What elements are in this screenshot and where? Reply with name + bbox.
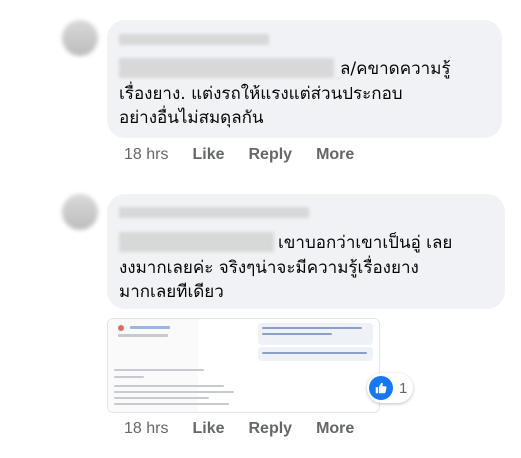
comment-actions: 18 hrs Like Reply More [124,420,378,438]
comment-text-line: ล/คขาดความรู้ [340,59,451,79]
redacted-text [119,58,334,78]
comment-bubble: ล/คขาดความรู้ เรื่องยาง. แต่งรถให้แรงแต่… [107,20,502,138]
like-button[interactable]: Like [192,420,224,438]
reply-button[interactable]: Reply [248,146,292,164]
commenter-avatar[interactable] [62,20,98,56]
reaction-count: 1 [399,379,408,397]
redacted-name [119,34,269,45]
thumbs-up-icon [369,376,393,400]
comment-timestamp[interactable]: 18 hrs [124,146,168,164]
comment-bubble: เขาบอกว่าเขาเป็นอู่ เลย งงมากเลยค่ะ จริง… [107,194,505,309]
more-button[interactable]: More [316,420,354,438]
comment-text-line: อย่างอื่นไม่สมดุลกัน [119,108,264,128]
reaction-count-badge[interactable]: 1 [367,373,414,403]
comment-timestamp[interactable]: 18 hrs [124,420,168,438]
comment-text-line: งงมากเลยค่ะ จริงๆน่าจะมีความรู้เรื่องยาง [119,258,419,278]
comment-actions: 18 hrs Like Reply More [124,146,378,164]
redacted-name [119,207,309,218]
attached-image[interactable] [107,318,380,413]
comment-text-line: เรื่องยาง. แต่งรถให้แรงแต่ส่วนประกอบ [119,84,403,104]
like-button[interactable]: Like [192,146,224,164]
comment-text-line: เขาบอกว่าเขาเป็นอู่ เลย [278,233,453,253]
more-button[interactable]: More [316,146,354,164]
commenter-avatar[interactable] [62,194,98,230]
redacted-text [119,232,274,252]
reply-button[interactable]: Reply [248,420,292,438]
comment-text-line: มากเลยทีเดียว [119,282,224,302]
